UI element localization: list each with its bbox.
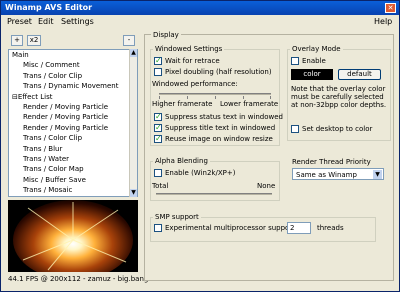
tree-item[interactable]: Trans / Color Map	[23, 165, 84, 174]
smp-support-title: SMP support	[153, 213, 201, 221]
tree-item-label: Render / Moving Particle	[23, 103, 109, 111]
tree-item[interactable]: Trans / Dynamic Movement	[23, 82, 118, 91]
slider-tick	[187, 96, 188, 99]
tree-item[interactable]: Trans / Color Clip	[23, 72, 82, 81]
visualization-preview	[8, 200, 138, 272]
threads-input[interactable]: 2	[287, 222, 311, 234]
overlay-mode-title: Overlay Mode	[290, 45, 343, 53]
reuse-image-checkbox[interactable]	[154, 134, 162, 143]
status-text: 44.1 FPS @ 200x112 - zamuz - big.bang	[8, 275, 149, 283]
slider-tick	[215, 96, 216, 99]
alpha-blending-group	[150, 161, 280, 201]
windowed-performance-label: Windowed performance:	[152, 80, 238, 88]
wait-retrace-checkbox[interactable]	[154, 56, 162, 65]
threads-label: threads	[317, 224, 344, 232]
overlay-enable-checkbox[interactable]	[291, 57, 299, 65]
smp-enable-checkbox[interactable]	[154, 224, 162, 232]
tree-item[interactable]: Trans / Water	[23, 155, 69, 164]
alpha-blending-title: Alpha Blending	[153, 157, 210, 165]
tree-item[interactable]: Trans / Mosaic	[23, 186, 72, 195]
alpha-slider[interactable]	[156, 193, 272, 195]
avs-editor-window: Winamp AVS Editor ✕ Preset Edit Settings…	[0, 0, 400, 292]
scroll-down-icon[interactable]: ▼	[130, 189, 137, 197]
render-thread-select[interactable]: Same as Winamp ▼	[292, 168, 384, 180]
tree-item-label: Render / Moving Particle	[23, 123, 109, 132]
suppress-status-label: Suppress status text in windowed	[165, 113, 284, 121]
slider-tick	[159, 96, 160, 99]
pixel-doubling-label: Pixel doubling (half resolution)	[165, 68, 272, 76]
tree-item-label: Misc / Buffer Save	[23, 175, 86, 184]
tree-item-label: Trans / Color Clip	[23, 71, 83, 80]
reuse-image-label: Reuse image on window resize	[165, 135, 273, 143]
clone-effect-button[interactable]: x2	[27, 35, 41, 46]
tree-item-label: Effect List	[17, 92, 53, 101]
menu-preset[interactable]: Preset	[7, 17, 32, 26]
tree-item[interactable]: Trans / Color Clip	[23, 134, 82, 143]
window-title: Winamp AVS Editor	[5, 3, 93, 12]
menu-edit[interactable]: Edit	[38, 17, 54, 26]
slider-tick	[270, 96, 271, 99]
tree-item[interactable]: Render / Moving Particle	[23, 113, 108, 122]
tree-item-label: Trans / Dynamic Movement	[23, 82, 119, 91]
set-desktop-color-label: Set desktop to color	[302, 125, 373, 133]
wait-retrace-label: Wait for retrace	[165, 57, 220, 65]
suppress-status-checkbox[interactable]	[154, 112, 162, 121]
render-thread-value: Same as Winamp	[296, 171, 357, 179]
alpha-none-label: None	[257, 182, 276, 190]
slider-tick	[243, 96, 244, 99]
chevron-down-icon[interactable]: ▼	[373, 170, 382, 179]
scroll-up-icon[interactable]: ▲	[130, 49, 137, 57]
smp-enable-label: Experimental multiprocessor support:	[165, 224, 298, 232]
pixel-doubling-checkbox[interactable]	[154, 68, 162, 76]
title-bar[interactable]: Winamp AVS Editor ✕	[1, 1, 399, 15]
suppress-title-checkbox[interactable]	[154, 123, 162, 132]
tree-item[interactable]: Render / Moving Particle	[23, 124, 108, 133]
effect-tree[interactable]: Main Misc / Comment Trans / Color Clip Tran…	[8, 49, 138, 197]
menu-settings[interactable]: Settings	[61, 17, 94, 26]
tree-item-label: Trans / Color Map	[23, 165, 84, 174]
tree-item-label: Trans / Blur	[23, 144, 63, 153]
close-button[interactable]: ✕	[385, 3, 396, 13]
tree-item[interactable]: Render / Moving Particle	[23, 103, 108, 112]
add-effect-button[interactable]: +	[11, 35, 23, 46]
tree-item-label: Trans / Color Clip	[23, 134, 83, 143]
tree-item[interactable]: Misc / Buffer Save	[23, 176, 86, 185]
tree-item-label: Trans / Water	[23, 155, 69, 163]
overlay-color-button[interactable]: color	[291, 69, 333, 80]
render-thread-title: Render Thread Priority	[292, 158, 371, 166]
tree-item[interactable]: Main	[12, 51, 29, 60]
tree-item[interactable]: Trans / Blur	[23, 145, 62, 154]
overlay-note: Note that the overlay color must be care…	[291, 85, 387, 109]
alpha-enable-label: Enable (Win2k/XP+)	[165, 169, 236, 177]
tree-item[interactable]: Misc / Comment	[23, 61, 80, 70]
set-desktop-color-checkbox[interactable]	[291, 125, 299, 133]
menu-help[interactable]: Help	[374, 17, 392, 26]
lower-framerate-label: Lower framerate	[220, 100, 279, 108]
tree-item-label: Main	[12, 51, 29, 59]
higher-framerate-label: Higher framerate	[152, 100, 213, 108]
overlay-enable-label: Enable	[302, 57, 326, 65]
performance-slider[interactable]	[159, 93, 271, 95]
explosion-image	[8, 200, 138, 272]
display-title: Display	[151, 31, 181, 39]
overlay-default-button[interactable]: default	[338, 69, 381, 80]
tree-scrollbar[interactable]: ▲ ▼	[129, 49, 137, 197]
remove-effect-button[interactable]: -	[123, 35, 135, 46]
tree-item-label: Render / Moving Particle	[23, 113, 109, 122]
suppress-title-label: Suppress title text in windowed	[165, 124, 276, 132]
tree-item-label: Trans / Mosaic	[23, 186, 73, 195]
tree-item[interactable]: ⊟Effect List	[12, 93, 52, 102]
tree-item-label: Misc / Comment	[23, 61, 80, 70]
alpha-enable-checkbox[interactable]	[154, 169, 162, 177]
alpha-total-label: Total	[152, 182, 169, 190]
windowed-settings-title: Windowed Settings	[153, 45, 225, 53]
menu-bar: Preset Edit Settings Help	[1, 15, 399, 27]
